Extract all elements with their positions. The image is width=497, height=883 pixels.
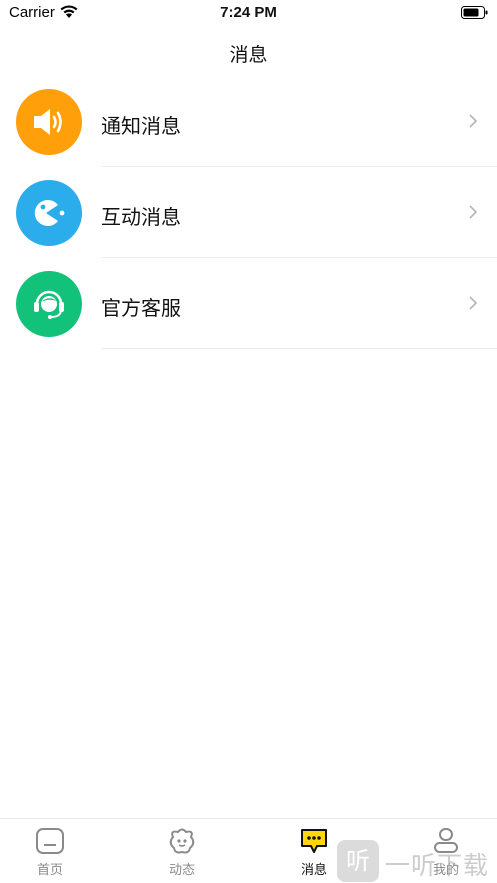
row-divider — [101, 348, 497, 349]
chevron-right-icon — [469, 205, 478, 219]
tab-moments[interactable]: 动态 — [142, 827, 222, 882]
row-interaction-messages[interactable]: 互动消息 — [0, 167, 497, 258]
tab-label: 动态 — [168, 863, 195, 878]
watermark: 听 一听下载 — [337, 840, 497, 883]
chat-icon — [301, 829, 327, 853]
status-bar: Carrier 7:24 PM — [0, 0, 497, 26]
notification-icon-badge — [16, 89, 82, 155]
row-label: 互动消息 — [101, 205, 181, 229]
home-icon — [36, 828, 64, 854]
pacman-icon — [34, 200, 65, 226]
row-official-support[interactable]: 官方客服 — [0, 258, 497, 349]
interaction-icon-badge — [16, 180, 82, 246]
support-icon-badge — [16, 271, 82, 337]
row-notification-messages[interactable]: 通知消息 — [0, 76, 497, 167]
row-label: 通知消息 — [101, 114, 181, 138]
chevron-right-icon — [469, 114, 478, 128]
battery-icon — [461, 6, 488, 19]
moments-icon — [169, 828, 195, 854]
row-label: 官方客服 — [101, 296, 181, 320]
clock: 7:24 PM — [220, 4, 277, 21]
tab-home[interactable]: 首页 — [10, 827, 90, 882]
tab-label: 首页 — [36, 863, 63, 878]
message-category-list: 通知消息 互动消息 官方客服 — [0, 76, 497, 349]
page-title: 消息 — [229, 44, 268, 66]
headset-agent-icon — [34, 290, 64, 319]
watermark-logo: 听 — [337, 840, 379, 882]
chevron-right-icon — [469, 296, 478, 310]
watermark-text: 一听下载 — [385, 851, 490, 880]
nav-bar: 消息 — [0, 26, 497, 76]
speaker-icon — [34, 109, 62, 135]
